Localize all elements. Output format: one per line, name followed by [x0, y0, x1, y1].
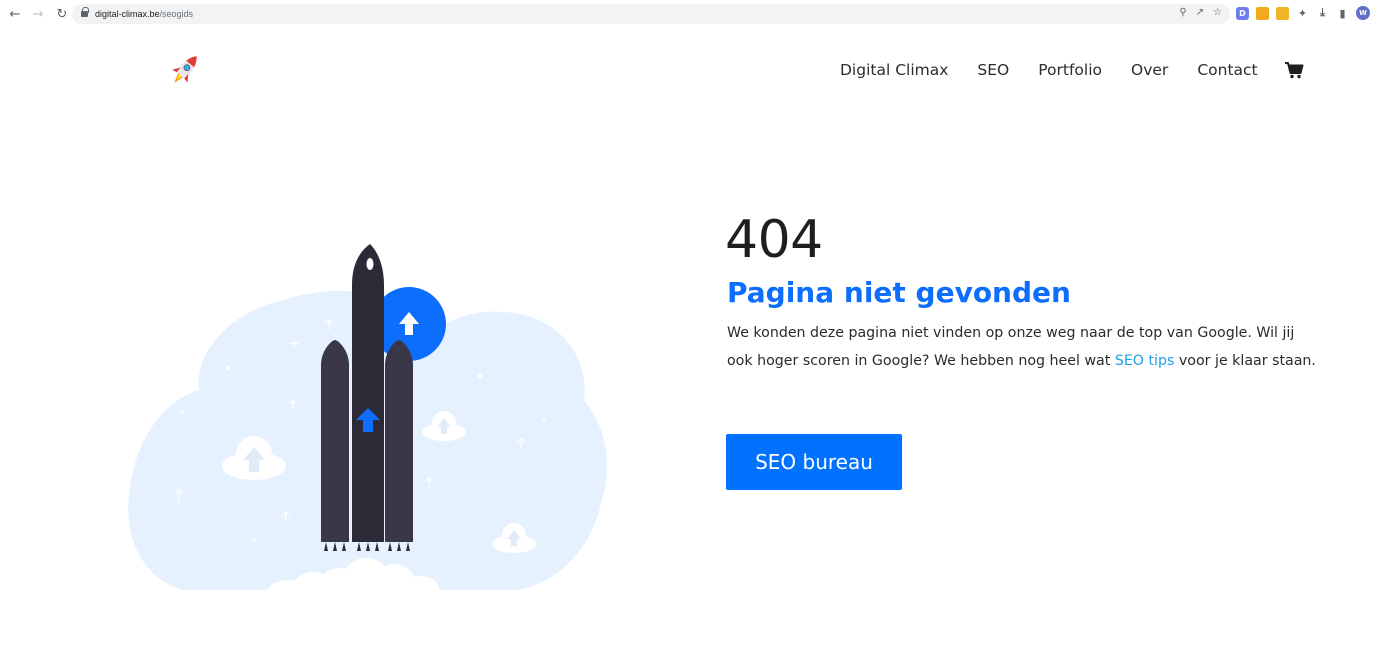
error-description: We konden deze pagina niet vinden op onz… [727, 325, 1316, 369]
seo-tips-link[interactable]: SEO tips [1115, 353, 1175, 369]
nav-seo[interactable]: SEO [977, 61, 1009, 79]
nav-digital-climax[interactable]: Digital Climax [840, 61, 948, 79]
address-bar[interactable]: digital-climax.be/seogids ⚲ ↗ ☆ [72, 4, 1230, 24]
extensions-puzzle-icon[interactable]: ✦ [1296, 7, 1309, 20]
reload-button[interactable]: ↻ [52, 4, 72, 24]
extension-seo-icon[interactable] [1256, 6, 1269, 20]
nav-over[interactable]: Over [1131, 61, 1168, 79]
back-button[interactable]: ← [5, 4, 25, 24]
rocket-launch-illustration [128, 244, 608, 594]
nav-contact[interactable]: Contact [1197, 61, 1257, 79]
download-icon[interactable]: ⤓ [1316, 6, 1329, 20]
error-title: Pagina niet gevonden [727, 276, 1071, 309]
share-icon[interactable]: ↗ [1196, 7, 1204, 18]
url-text: digital-climax.be/seogids [95, 9, 194, 19]
forward-button[interactable]: → [28, 4, 48, 24]
bookmark-star-icon[interactable]: ☆ [1213, 7, 1222, 18]
main-nav: Digital Climax SEO Portfolio Over Contac… [840, 60, 1304, 80]
rocket-icon[interactable] [166, 50, 204, 90]
shopping-cart-icon[interactable] [1284, 60, 1304, 80]
nav-portfolio[interactable]: Portfolio [1038, 61, 1102, 79]
lock-icon [81, 7, 89, 18]
browser-toolbar: ← → ↻ digital-climax.be/seogids ⚲ ↗ ☆ D … [0, 0, 1386, 28]
error-code: 404 [725, 210, 823, 270]
side-panel-icon[interactable]: ▮ [1336, 7, 1349, 20]
seo-bureau-button[interactable]: SEO bureau [726, 434, 902, 490]
profile-avatar[interactable]: W [1356, 6, 1370, 20]
zoom-icon[interactable]: ⚲ [1179, 7, 1186, 18]
extension-d-icon[interactable]: D [1236, 6, 1249, 20]
extension-tag-icon[interactable] [1276, 6, 1289, 20]
